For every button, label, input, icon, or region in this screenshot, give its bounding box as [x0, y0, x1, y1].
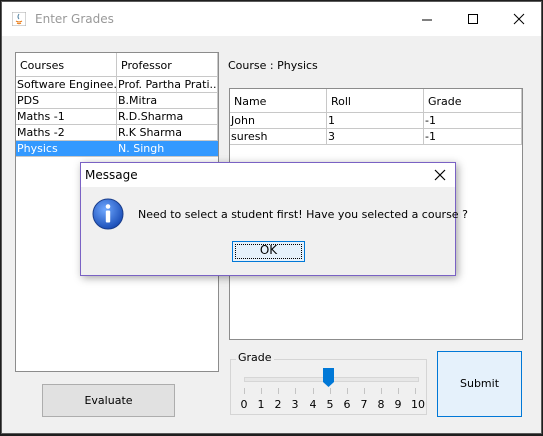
- professor-cell: Prof. Partha Prati...: [118, 77, 218, 92]
- close-icon: [513, 13, 525, 25]
- course-cell: Software Enginee...: [17, 77, 117, 92]
- window-title: Enter Grades: [35, 12, 114, 26]
- course-cell: Maths -1: [16, 109, 117, 124]
- ok-button[interactable]: OK: [232, 241, 305, 262]
- grade-slider-label: Grade: [236, 351, 274, 364]
- student-row[interactable]: John 1 -1: [230, 113, 522, 129]
- professor-cell: R.D.Sharma: [117, 109, 218, 124]
- column-header-roll[interactable]: Roll: [327, 89, 424, 113]
- dialog-message: Need to select a student first! Have you…: [138, 208, 468, 221]
- tick-label: 8: [377, 398, 385, 411]
- close-button[interactable]: [496, 2, 542, 36]
- student-roll-cell: 3: [327, 129, 424, 144]
- student-row[interactable]: suresh 3 -1: [230, 129, 522, 145]
- column-header-grade[interactable]: Grade: [424, 89, 522, 113]
- student-name-cell: John: [230, 113, 327, 128]
- message-dialog: Message Need to select a student first! …: [80, 162, 468, 276]
- course-label: Course : Physics: [228, 59, 318, 72]
- tick-label: 6: [343, 398, 351, 411]
- course-cell: PDS: [16, 93, 117, 108]
- evaluate-button[interactable]: Evaluate: [42, 384, 175, 417]
- submit-button[interactable]: Submit: [437, 351, 522, 417]
- minimize-icon: [422, 19, 432, 21]
- course-row[interactable]: PDS B.Mitra: [16, 93, 218, 109]
- title-bar[interactable]: Enter Grades: [2, 2, 541, 36]
- tick-label: 3: [291, 398, 299, 411]
- dialog-title: Message: [85, 168, 138, 182]
- tick-label: 4: [309, 398, 317, 411]
- course-cell: Maths -2: [16, 125, 117, 140]
- tick-label: 9: [394, 398, 402, 411]
- maximize-icon: [468, 14, 478, 24]
- student-grade-cell: -1: [424, 129, 522, 144]
- professor-cell: B.Mitra: [117, 93, 218, 108]
- student-name-cell: suresh: [230, 129, 327, 144]
- course-row[interactable]: Software Enginee... Prof. Partha Prati..…: [16, 77, 218, 93]
- course-cell: Physics: [16, 141, 117, 156]
- tick-label: 2: [274, 398, 282, 411]
- professor-cell: N. Singh: [117, 141, 218, 156]
- slider-thumb[interactable]: [323, 368, 334, 388]
- minimize-button[interactable]: [404, 2, 450, 36]
- close-icon[interactable]: [433, 168, 447, 182]
- student-roll-cell: 1: [327, 113, 424, 128]
- maximize-button[interactable]: [450, 2, 496, 36]
- column-header-courses[interactable]: Courses: [16, 53, 117, 77]
- course-row[interactable]: Maths -1 R.D.Sharma: [16, 109, 218, 125]
- course-row[interactable]: Maths -2 R.K Sharma: [16, 125, 218, 141]
- tick-label: 7: [360, 398, 368, 411]
- tick-label: 5: [326, 398, 334, 411]
- column-header-professor[interactable]: Professor: [117, 53, 218, 77]
- java-app-icon: [12, 12, 26, 26]
- tick-label: 1: [257, 398, 265, 411]
- focus-indicator: [235, 244, 302, 259]
- professor-cell: R.K Sharma: [117, 125, 218, 140]
- tick-label: 10: [411, 398, 425, 411]
- info-icon: [92, 198, 124, 230]
- tick-label: 0: [240, 398, 248, 411]
- dialog-title-bar[interactable]: Message: [81, 163, 455, 187]
- column-header-name[interactable]: Name: [230, 89, 327, 113]
- slider-ticks: [244, 388, 416, 394]
- course-row-selected[interactable]: Physics N. Singh: [16, 141, 218, 157]
- student-grade-cell: -1: [424, 113, 522, 128]
